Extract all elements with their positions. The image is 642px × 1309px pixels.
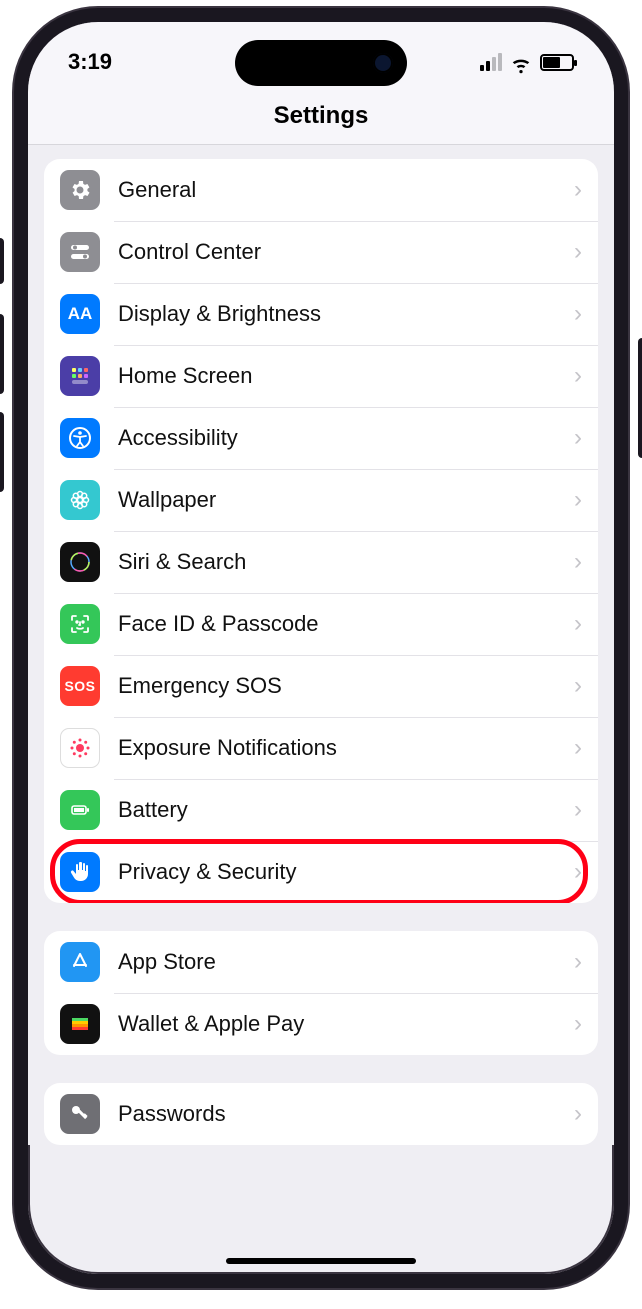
settings-group: General › Control Center › AA Display & … [44,159,598,903]
volume-up-button [0,314,4,394]
key-icon [60,1094,100,1134]
chevron-right-icon: › [574,1010,582,1038]
toggles-icon [60,232,100,272]
hand-icon [60,852,100,892]
row-label: General [118,177,574,203]
siri-icon [60,542,100,582]
row-exposure-notifications[interactable]: Exposure Notifications › [44,717,598,779]
row-label: Wallet & Apple Pay [118,1011,574,1037]
accessibility-icon [60,418,100,458]
row-passwords[interactable]: Passwords › [44,1083,598,1145]
exposure-icon [60,728,100,768]
row-label: Accessibility [118,425,574,451]
row-control-center[interactable]: Control Center › [44,221,598,283]
home-screen-icon [60,356,100,396]
chevron-right-icon: › [574,672,582,700]
row-label: Face ID & Passcode [118,611,574,637]
settings-group: Passwords › [44,1083,598,1145]
faceid-icon [60,604,100,644]
text-size-icon: AA [60,294,100,334]
row-label: Emergency SOS [118,673,574,699]
chevron-right-icon: › [574,424,582,452]
row-label: Exposure Notifications [118,735,574,761]
row-wallpaper[interactable]: Wallpaper › [44,469,598,531]
row-label: Display & Brightness [118,301,574,327]
status-time: 3:19 [68,49,112,75]
battery-icon [540,54,574,71]
home-indicator[interactable] [226,1258,416,1264]
row-home-screen[interactable]: Home Screen › [44,345,598,407]
chevron-right-icon: › [574,238,582,266]
settings-list[interactable]: General › Control Center › AA Display & … [28,145,614,1145]
chevron-right-icon: › [574,734,582,762]
chevron-right-icon: › [574,300,582,328]
row-siri-search[interactable]: Siri & Search › [44,531,598,593]
chevron-right-icon: › [574,486,582,514]
chevron-right-icon: › [574,948,582,976]
row-privacy-security[interactable]: Privacy & Security › [44,841,598,903]
row-app-store[interactable]: App Store › [44,931,598,993]
phone-frame: 3:19 Settings General [14,8,628,1288]
page-title: Settings [28,96,614,145]
gear-icon [60,170,100,210]
chevron-right-icon: › [574,1100,582,1128]
row-label: Wallpaper [118,487,574,513]
row-label: Passwords [118,1101,574,1127]
chevron-right-icon: › [574,610,582,638]
row-label: Control Center [118,239,574,265]
row-general[interactable]: General › [44,159,598,221]
row-label: Home Screen [118,363,574,389]
chevron-right-icon: › [574,858,582,886]
chevron-right-icon: › [574,176,582,204]
row-wallet-apple-pay[interactable]: Wallet & Apple Pay › [44,993,598,1055]
row-emergency-sos[interactable]: SOS Emergency SOS › [44,655,598,717]
row-display-brightness[interactable]: AA Display & Brightness › [44,283,598,345]
row-label: Battery [118,797,574,823]
row-faceid-passcode[interactable]: Face ID & Passcode › [44,593,598,655]
chevron-right-icon: › [574,548,582,576]
chevron-right-icon: › [574,362,582,390]
sos-icon: SOS [60,666,100,706]
row-label: Siri & Search [118,549,574,575]
mute-switch [0,238,4,284]
row-accessibility[interactable]: Accessibility › [44,407,598,469]
settings-group: App Store › Wallet & Apple Pay › [44,931,598,1055]
volume-down-button [0,412,4,492]
dynamic-island [235,40,407,86]
row-label: App Store [118,949,574,975]
row-battery[interactable]: Battery › [44,779,598,841]
flower-icon [60,480,100,520]
cellular-signal-icon [480,53,502,71]
wallet-icon [60,1004,100,1044]
power-button [638,338,642,458]
row-label: Privacy & Security [118,859,574,885]
wifi-icon [510,53,532,71]
front-camera-icon [373,53,393,73]
battery-icon [60,790,100,830]
appstore-icon [60,942,100,982]
chevron-right-icon: › [574,796,582,824]
